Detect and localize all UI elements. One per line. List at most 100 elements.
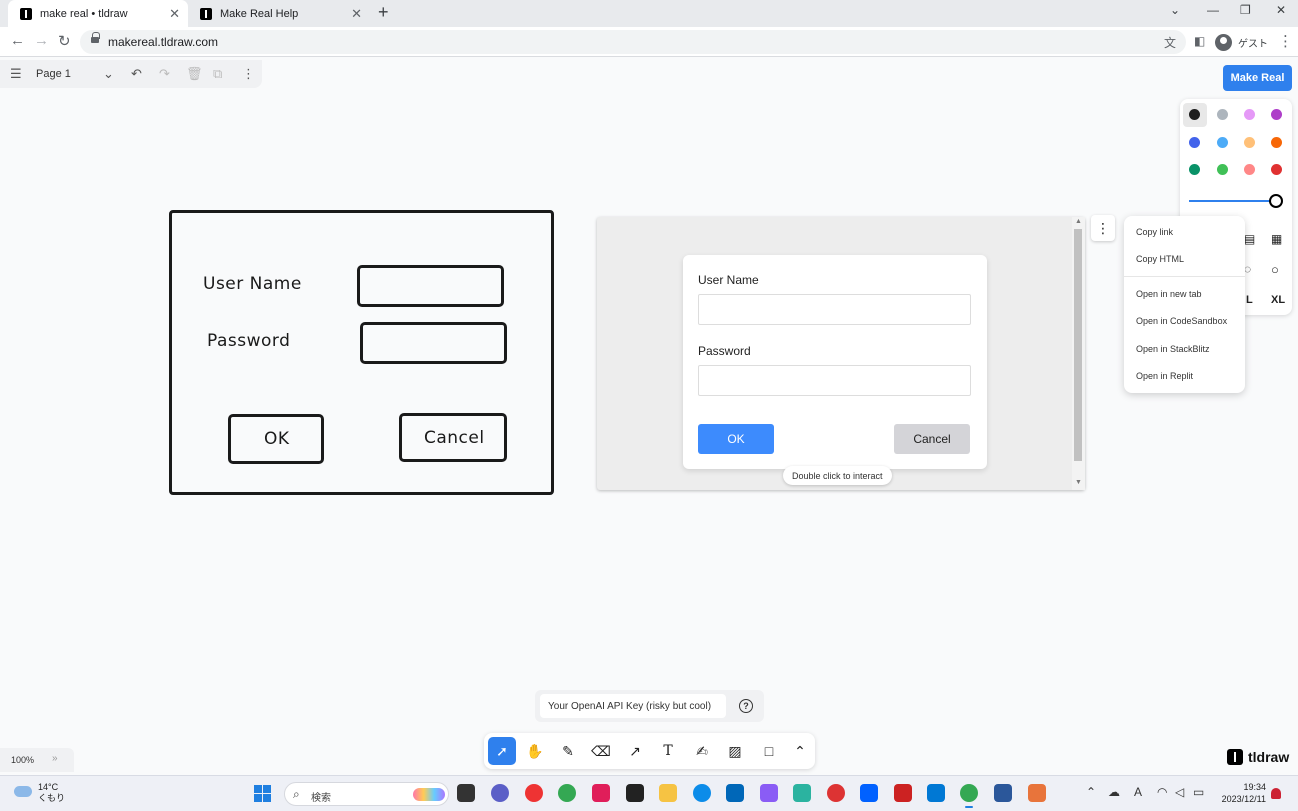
new-tab-icon[interactable]: + [378, 2, 389, 23]
color-swatch-light-violet[interactable] [1244, 109, 1255, 120]
opacity-slider-track[interactable] [1189, 200, 1275, 202]
duplicate-icon[interactable]: ⧉ [213, 66, 222, 82]
app-icon[interactable] [894, 784, 912, 802]
size-xl-button[interactable]: XL [1271, 294, 1285, 306]
delete-icon[interactable]: 🗑 [186, 66, 203, 82]
color-swatch-grey[interactable] [1217, 109, 1228, 120]
main-menu-icon[interactable]: ☰ [10, 66, 22, 82]
ok-button[interactable]: OK [698, 424, 774, 454]
chrome-active-icon[interactable] [960, 784, 978, 808]
address-bar[interactable]: makereal.tldraw.com [80, 30, 1186, 54]
note-tool-icon[interactable]: ✍ [688, 737, 716, 765]
forward-icon[interactable]: → [34, 32, 49, 49]
scroll-up-icon[interactable]: ▲ [1075, 218, 1082, 225]
tray-overflow-icon[interactable]: ⌃ [1086, 785, 1096, 799]
task-view-icon[interactable] [457, 784, 475, 802]
notification-icon[interactable] [1271, 788, 1281, 799]
snipping-tool-icon[interactable] [1028, 784, 1046, 802]
dash-solid-icon[interactable]: ○ [1271, 262, 1279, 277]
redo-icon[interactable]: ↷ [159, 66, 170, 82]
select-tool-icon[interactable]: ➚ [488, 737, 516, 765]
taskbar-search[interactable]: ⌕ 検索 [284, 782, 449, 806]
app-icon[interactable] [525, 784, 543, 802]
store-icon[interactable] [726, 784, 744, 802]
color-swatch-light-red[interactable] [1244, 164, 1255, 175]
teams-chat-icon[interactable] [491, 784, 509, 802]
clock[interactable]: 19:34 2023/12/11 [1216, 781, 1266, 805]
color-swatch-yellow[interactable] [1244, 137, 1255, 148]
color-swatch-black[interactable] [1189, 109, 1200, 120]
color-swatch-orange[interactable] [1271, 137, 1282, 148]
expand-minimap-icon[interactable]: » [52, 753, 58, 764]
edge-icon[interactable] [693, 784, 711, 802]
profile-button[interactable]: ゲスト [1215, 31, 1268, 53]
reload-icon[interactable]: ↻ [58, 32, 71, 50]
color-swatch-blue[interactable] [1189, 137, 1200, 148]
text-tool-icon[interactable]: T [654, 737, 682, 765]
preview-menu-icon[interactable]: ⋮ [1091, 215, 1115, 241]
wifi-icon[interactable]: ◠ [1157, 785, 1167, 799]
battery-icon[interactable]: ▭ [1193, 785, 1204, 799]
color-swatch-light-blue[interactable] [1217, 137, 1228, 148]
file-explorer-icon[interactable] [659, 784, 677, 802]
menu-item-open-replit[interactable]: Open in Replit [1136, 371, 1193, 381]
eraser-tool-icon[interactable]: ⌫ [587, 737, 615, 765]
password-input[interactable] [698, 365, 971, 396]
draw-tool-icon[interactable]: ✎ [554, 737, 582, 765]
chevron-down-icon[interactable]: ⌄ [103, 66, 114, 82]
volume-icon[interactable]: ◁ [1175, 785, 1184, 799]
maximize-icon[interactable]: ❐ [1240, 3, 1251, 17]
chrome-menu-icon[interactable]: ⋮ [1278, 32, 1293, 50]
preview-scrollbar[interactable]: ▲ ▼ [1072, 217, 1085, 490]
api-key-input[interactable]: Your OpenAI API Key (risky but cool) [540, 694, 726, 718]
color-swatch-violet[interactable] [1271, 109, 1282, 120]
rectangle-tool-icon[interactable]: □ [755, 737, 783, 765]
wireframe-sketch[interactable]: User Name Password OK Cancel [169, 210, 554, 495]
vscode-icon[interactable] [927, 784, 945, 802]
tab-make-real[interactable]: make real • tldraw ✕ [8, 0, 188, 27]
tab-make-real-help[interactable]: Make Real Help ✕ [188, 0, 370, 27]
size-l-button[interactable]: L [1246, 294, 1253, 306]
scroll-down-icon[interactable]: ▼ [1075, 479, 1082, 486]
undo-icon[interactable]: ↶ [131, 66, 142, 82]
fill-semi-icon[interactable]: ▤ [1244, 232, 1255, 246]
tldraw-brand[interactable]: tldraw [1227, 749, 1289, 765]
word-icon[interactable] [994, 784, 1012, 802]
zoom-level[interactable]: 100% [11, 755, 34, 765]
more-icon[interactable]: ⋮ [242, 66, 255, 82]
tab-search-icon[interactable]: ⌄ [1170, 3, 1180, 17]
menu-item-open-new-tab[interactable]: Open in new tab [1136, 289, 1202, 299]
color-swatch-green[interactable] [1189, 164, 1200, 175]
scrollbar-thumb[interactable] [1074, 229, 1082, 461]
help-icon[interactable]: ? [739, 699, 753, 713]
page-selector[interactable]: Page 1 [36, 68, 71, 80]
menu-item-open-stackblitz[interactable]: Open in StackBlitz [1136, 344, 1210, 354]
back-icon[interactable]: ← [10, 32, 25, 49]
fill-pattern-icon[interactable]: ▦ [1271, 232, 1282, 246]
twitch-icon[interactable] [760, 784, 778, 802]
opacity-slider-knob[interactable] [1269, 194, 1283, 208]
cancel-button[interactable]: Cancel [894, 424, 970, 454]
image-tool-icon[interactable]: ▨ [721, 737, 749, 765]
arrow-tool-icon[interactable]: ↗ [621, 737, 649, 765]
windows-start-icon[interactable] [254, 785, 271, 802]
color-swatch-red[interactable] [1271, 164, 1282, 175]
make-real-button[interactable]: Make Real [1223, 65, 1292, 91]
username-input[interactable] [698, 294, 971, 325]
menu-item-open-codesandbox[interactable]: Open in CodeSandbox [1136, 316, 1227, 326]
sync-app-icon[interactable] [793, 784, 811, 802]
opera-icon[interactable] [827, 784, 845, 802]
ime-icon[interactable]: A [1134, 785, 1142, 799]
color-swatch-light-green[interactable] [1217, 164, 1228, 175]
menu-item-copy-html[interactable]: Copy HTML [1136, 254, 1184, 264]
menu-item-copy-link[interactable]: Copy link [1136, 227, 1173, 237]
generated-preview-frame[interactable]: User Name Password OK Cancel ▲ ▼ [597, 217, 1085, 490]
side-panel-icon[interactable]: ◧ [1194, 34, 1205, 48]
translate-icon[interactable]: 文 [1164, 34, 1176, 51]
dash-dotted-icon[interactable]: ◌ [1244, 262, 1251, 276]
close-window-icon[interactable]: ✕ [1276, 3, 1286, 17]
chrome-icon[interactable] [558, 784, 576, 802]
onedrive-icon[interactable]: ☁ [1108, 785, 1120, 799]
hand-tool-icon[interactable]: ✋ [521, 737, 549, 765]
slack-icon[interactable] [592, 784, 610, 802]
